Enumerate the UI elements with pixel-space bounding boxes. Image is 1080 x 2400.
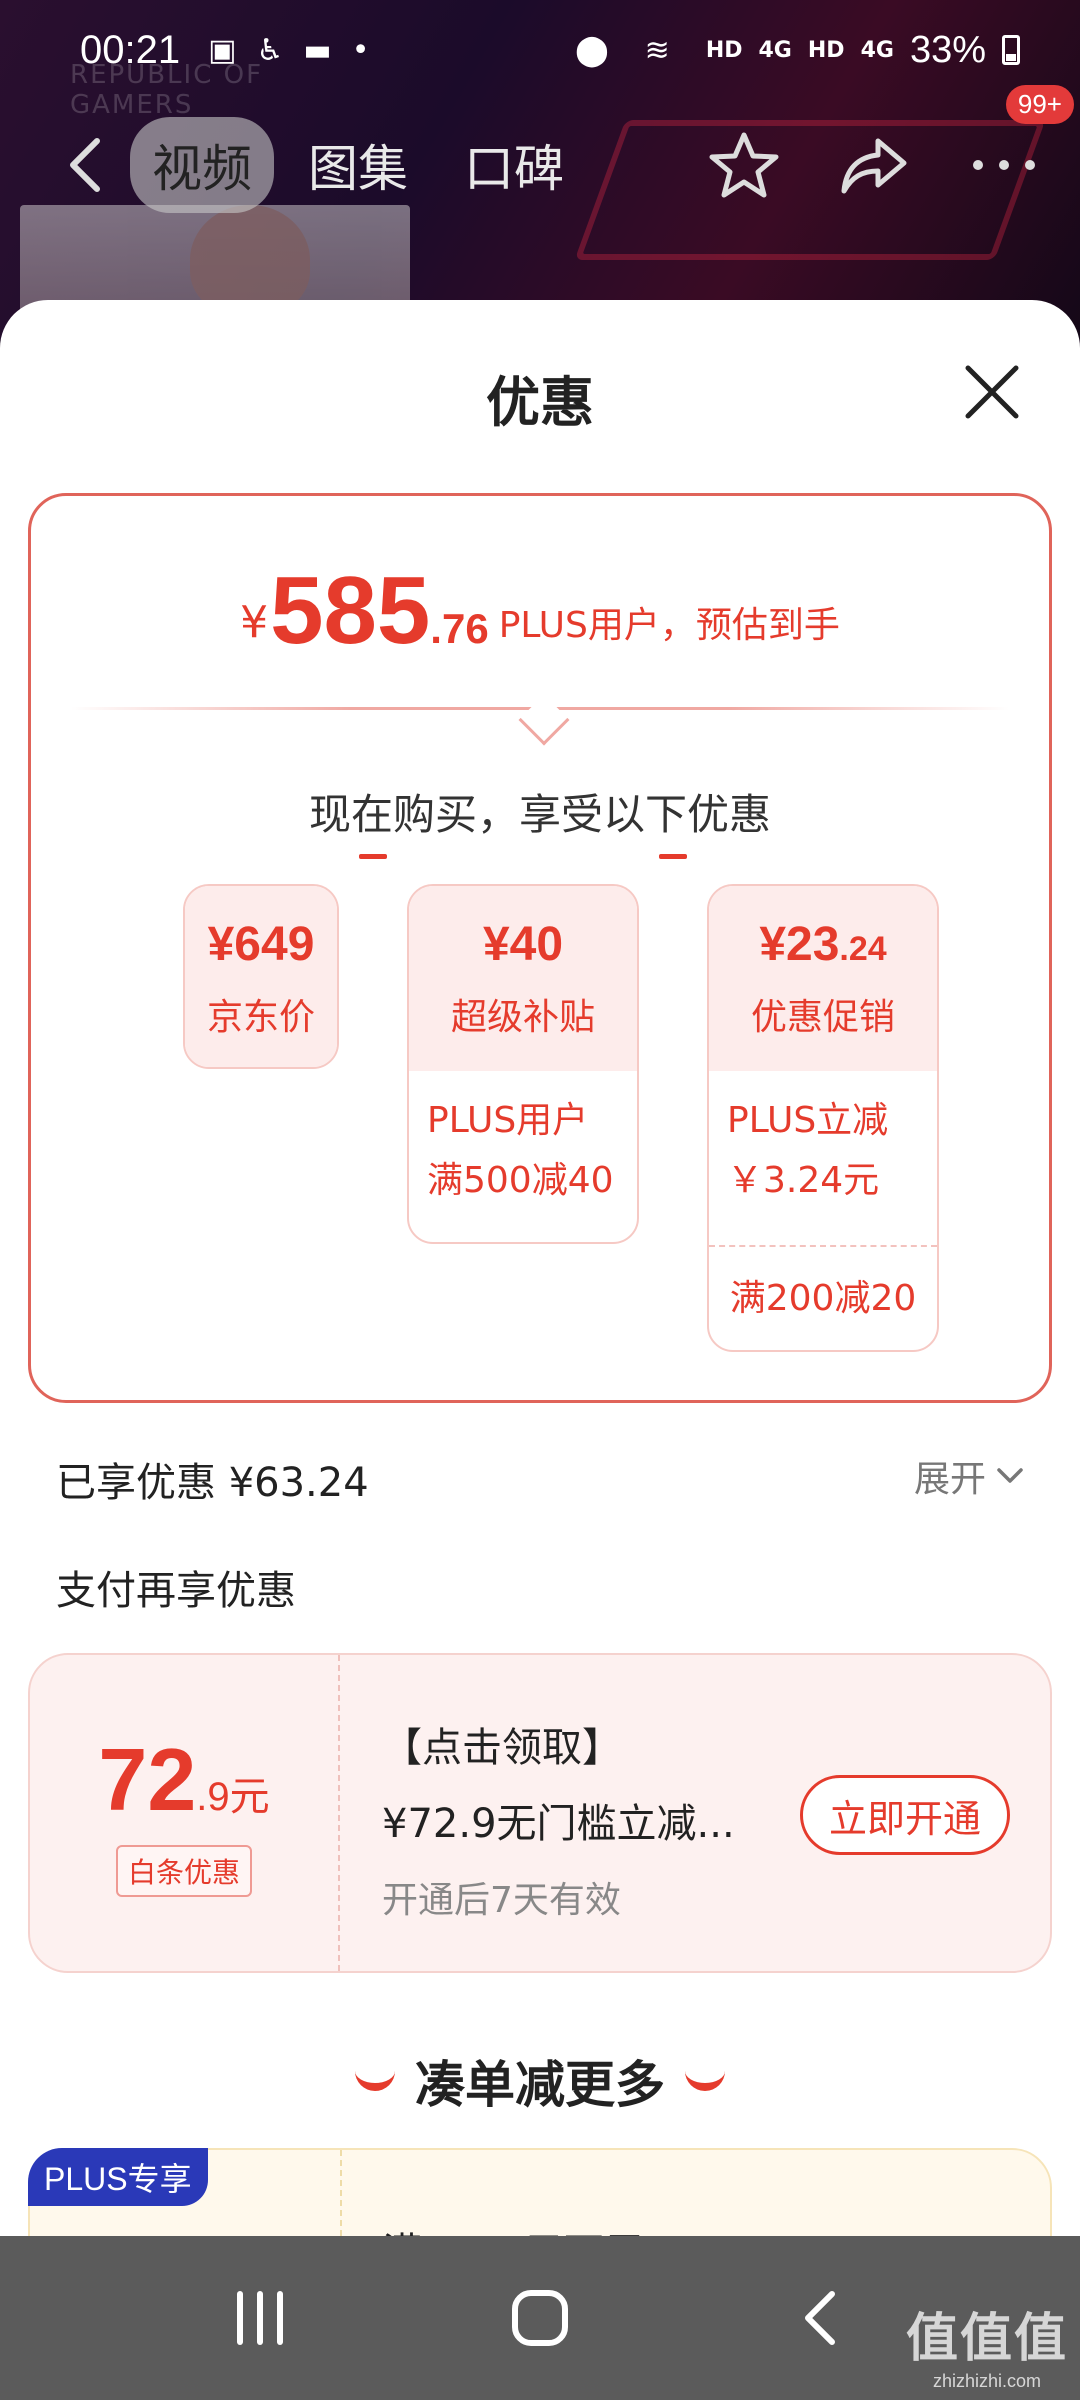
more-button[interactable]: 99+ xyxy=(968,85,1074,201)
favorite-button[interactable] xyxy=(708,129,780,201)
promotion-footer: 满200减20 xyxy=(709,1245,937,1343)
dot-icon: • xyxy=(351,32,370,68)
tab-reviews[interactable]: 口碑 xyxy=(442,117,586,213)
folder-icon: ▬ xyxy=(303,32,332,68)
watermark-logo-text: 值值值 xyxy=(905,2309,1068,2369)
enjoy-heading: 现在购买，享受以下优惠 xyxy=(308,790,771,839)
coupon-validity: 开通后7天有效 xyxy=(382,1880,621,1921)
promotion-amount: ¥23.24 xyxy=(759,917,886,972)
baitiao-coupon-card[interactable]: 72.9元 白条优惠 【点击领取】 ¥72.9无门槛立减... 开通后7天有效 … xyxy=(28,1653,1052,1973)
close-button[interactable] xyxy=(960,360,1024,424)
expand-button[interactable]: 展开 xyxy=(914,1450,1024,1502)
coupon-description: ¥72.9无门槛立减... xyxy=(382,1801,735,1847)
jd-price-tile: ¥649 京东价 xyxy=(183,884,339,1069)
super-subsidy-detail-1: PLUS用户 xyxy=(427,1100,589,1141)
super-subsidy-label: 超级补贴 xyxy=(450,997,595,1038)
battery-icon xyxy=(1002,35,1020,65)
accessibility-icon: ♿ xyxy=(256,32,284,68)
estimated-price: ¥585.76 PLUS用户，预估到手 xyxy=(31,556,1049,666)
estimated-price-integer: 585 xyxy=(270,557,431,664)
back-nav-button[interactable] xyxy=(770,2268,870,2368)
promotion-detail-1: PLUS立减 xyxy=(727,1100,889,1141)
jd-price-amount: ¥649 xyxy=(207,918,315,971)
enjoyed-discount: 已享优惠 ¥63.24 xyxy=(56,1460,369,1506)
super-subsidy-tile: ¥40 超级补贴 PLUS用户 满500减40 xyxy=(407,884,639,1244)
coupon-info: 【点击领取】 ¥72.9无门槛立减... 开通后7天有效 xyxy=(382,1715,735,1923)
minus-sign xyxy=(659,854,687,859)
currency-symbol: ¥ xyxy=(240,597,269,648)
divider-notch xyxy=(518,694,570,746)
promotion-tile: ¥23.24 优惠促销 PLUS立减 ￥3.24元 满200减20 xyxy=(707,884,939,1352)
coupon-type-tag: 白条优惠 xyxy=(115,1845,252,1897)
hd-label-2: HD xyxy=(807,37,845,63)
tab-gallery[interactable]: 图集 xyxy=(286,117,430,213)
product-header-background: REPUBLIC OF GAMERS 00:21 ▣ ♿ ▬ • ⬤ ≋ HD … xyxy=(0,0,1080,340)
minus-sign xyxy=(359,854,387,859)
smile-decoration-left xyxy=(355,2071,395,2091)
estimated-price-note: PLUS用户，预估到手 xyxy=(498,605,840,646)
expand-label: 展开 xyxy=(913,1459,986,1500)
promotion-detail-2: ￥3.24元 xyxy=(727,1160,880,1201)
smile-decoration-right xyxy=(685,2071,725,2091)
super-subsidy-amount: ¥40 xyxy=(482,918,564,971)
pay-discount-title: 支付再享优惠 xyxy=(56,1568,296,1614)
location-icon: ⬤ xyxy=(575,32,609,68)
promotion-amount-decimal: .24 xyxy=(839,930,887,968)
price-breakdown-card: ¥585.76 PLUS用户，预估到手 现在购买，享受以下优惠 ¥649 京东价 … xyxy=(28,493,1052,1403)
more-icon xyxy=(973,160,1035,170)
status-bar: 00:21 ▣ ♿ ▬ • ⬤ ≋ HD 4G HD 4G 33% xyxy=(0,0,1080,100)
gallery-icon: ▣ xyxy=(208,32,237,68)
network-label-1: 4G xyxy=(758,37,792,63)
share-icon xyxy=(841,138,907,194)
discount-sheet: 优惠 ¥585.76 PLUS用户，预估到手 现在购买，享受以下优惠 ¥649 京… xyxy=(0,300,1080,2240)
jd-price-label: 京东价 xyxy=(206,997,315,1038)
network-label-2: 4G xyxy=(860,37,894,63)
wifi-icon: ≋ xyxy=(644,32,670,68)
estimated-price-decimal: .76 xyxy=(430,605,489,652)
more-deals-heading: 凑单减更多 xyxy=(0,2045,1080,2117)
promotion-label: 优惠促销 xyxy=(750,997,895,1038)
tab-video[interactable]: 视频 xyxy=(130,117,274,213)
plus-coupon-card[interactable]: PLUS专享 满1500元可用 xyxy=(28,2148,1052,2240)
coupon-amount: 72.9元 xyxy=(98,1729,269,1831)
super-subsidy-detail-2: 满500减40 xyxy=(427,1160,614,1201)
hd-label-1: HD xyxy=(705,37,743,63)
more-deals-title: 凑单减更多 xyxy=(415,2056,665,2114)
promotion-amount-main: ¥23 xyxy=(759,918,840,971)
close-icon xyxy=(965,365,1019,419)
system-nav-bar: 值值值 zhizhizhi.com xyxy=(0,2236,1080,2400)
back-button[interactable] xyxy=(40,120,130,210)
star-icon xyxy=(709,132,779,198)
watermark-url: zhizhizhi.com xyxy=(932,2371,1042,2391)
coupon-amount-int: 72 xyxy=(98,1730,197,1829)
coupon-amount-area: 72.9元 白条优惠 xyxy=(30,1655,340,1971)
sheet-title: 优惠 xyxy=(486,371,594,434)
product-nav: 视频 图集 口碑 99+ xyxy=(0,85,1080,220)
status-time: 00:21 xyxy=(80,27,181,72)
activate-button[interactable]: 立即开通 xyxy=(800,1775,1010,1855)
coupon-amount-dec: .9元 xyxy=(196,1775,270,1819)
battery-percent: 33% xyxy=(909,28,986,71)
coupon-divider xyxy=(340,2150,342,2240)
recent-apps-button[interactable] xyxy=(210,2268,310,2368)
home-icon xyxy=(512,2290,568,2346)
back-icon xyxy=(805,2291,835,2345)
coupon-claim-text: 【点击领取】 xyxy=(382,1725,622,1771)
recents-icon xyxy=(237,2291,283,2345)
chevron-down-icon xyxy=(997,1468,1023,1483)
site-watermark: 值值值 zhizhizhi.com xyxy=(906,2296,1068,2392)
chevron-left-icon xyxy=(70,138,100,192)
spokesperson-image xyxy=(190,205,310,315)
plus-exclusive-tag: PLUS专享 xyxy=(28,2148,208,2206)
notification-badge: 99+ xyxy=(1005,85,1074,124)
home-button[interactable] xyxy=(490,2268,590,2368)
share-button[interactable] xyxy=(838,129,910,201)
